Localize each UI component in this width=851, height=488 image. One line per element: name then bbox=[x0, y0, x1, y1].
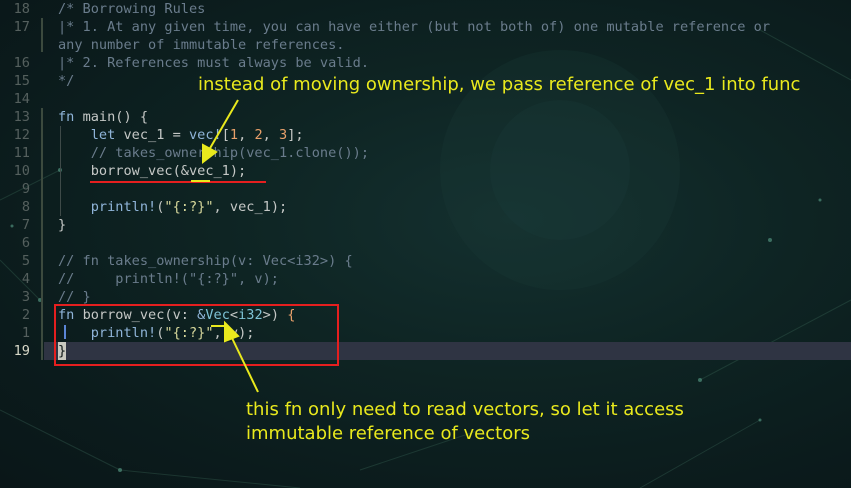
line-number: 11 bbox=[13, 145, 30, 161]
line-number: 10 bbox=[13, 163, 30, 179]
code-token: main() { bbox=[82, 109, 149, 125]
annotation-bottom-line2: immutable reference of vectors bbox=[246, 423, 531, 444]
code-line[interactable]: 11 // takes_ownership(vec_1.clone()); bbox=[0, 144, 851, 162]
annotation-bottom-line1: this fn only need to read vectors, so le… bbox=[246, 399, 684, 420]
code-token: borrow_vec(&vec_1); bbox=[58, 163, 247, 179]
code-token: let bbox=[90, 127, 124, 143]
line-number: 7 bbox=[21, 217, 30, 233]
line-number: 13 bbox=[13, 109, 30, 125]
code-token: // println!("{:?}", v); bbox=[58, 271, 279, 287]
code-text: /* Borrowing Rules bbox=[58, 0, 205, 18]
code-line[interactable]: 18 /* Borrowing Rules bbox=[0, 0, 851, 18]
code-text: } bbox=[58, 216, 66, 234]
line-number: 17 bbox=[13, 19, 30, 35]
code-token: fn bbox=[58, 109, 83, 125]
line-number: 16 bbox=[13, 55, 30, 71]
code-token: */ bbox=[58, 73, 75, 89]
code-text: borrow_vec(&vec_1); bbox=[58, 162, 247, 180]
code-token: vec! bbox=[188, 127, 222, 143]
code-token: "{:?}" bbox=[164, 199, 214, 215]
code-line[interactable]: 13 fn main() { bbox=[0, 108, 851, 126]
line-number: 14 bbox=[13, 91, 30, 107]
code-line[interactable]: 7} bbox=[0, 216, 851, 234]
code-token: , bbox=[262, 127, 280, 143]
line-number: 6 bbox=[21, 235, 30, 251]
code-token: } bbox=[58, 217, 67, 233]
line-number: 15 bbox=[13, 73, 30, 89]
line-number: 5 bbox=[21, 253, 30, 269]
code-line[interactable]: 16 |* 2. References must always be valid. bbox=[0, 54, 851, 72]
code-text: any number of immutable references. bbox=[58, 36, 344, 54]
code-token: // fn takes_ownership(v: Vec<i32>) { bbox=[58, 253, 353, 269]
code-line[interactable]: 4 // println!("{:?}", v); bbox=[0, 270, 851, 288]
code-text: |* 2. References must always be valid. bbox=[58, 54, 369, 72]
code-token: [ bbox=[221, 127, 230, 143]
code-token: // takes_ownership(vec_1.clone()); bbox=[90, 145, 370, 161]
code-text: */ bbox=[58, 72, 74, 90]
code-token: |* 2. References must always be valid. bbox=[58, 55, 369, 71]
code-token: 2 bbox=[254, 127, 263, 143]
code-line[interactable]: 5 // fn takes_ownership(v: Vec<i32>) { bbox=[0, 252, 851, 270]
code-line[interactable]: 12 let vec_1 = vec![1, 2, 3]; bbox=[0, 126, 851, 144]
line-number: 1 bbox=[21, 325, 30, 341]
line-number: 19 bbox=[13, 343, 30, 359]
yellow-underline-ampersand bbox=[211, 325, 228, 327]
code-token: vec_1 = bbox=[123, 127, 189, 143]
code-text: let vec_1 = vec![1, 2, 3]; bbox=[58, 126, 304, 144]
yellow-underline-ampersand bbox=[191, 180, 210, 182]
code-line[interactable]: any number of immutable references. bbox=[0, 36, 851, 54]
code-token: 3 bbox=[279, 127, 288, 143]
code-token: 1 bbox=[229, 127, 239, 143]
code-text: // fn takes_ownership(v: Vec<i32>) { bbox=[58, 252, 353, 270]
code-token: |* 1. At any given time, you can have ei… bbox=[58, 19, 771, 35]
code-token: , vec_1); bbox=[213, 199, 288, 215]
code-line[interactable]: 17 |* 1. At any given time, you can have … bbox=[0, 18, 851, 36]
code-text: // println!("{:?}", v); bbox=[58, 270, 279, 288]
code-token: any number of immutable references. bbox=[58, 37, 345, 53]
code-line[interactable]: 8 println!("{:?}", vec_1); bbox=[0, 198, 851, 216]
code-token: , bbox=[238, 127, 255, 143]
code-token: // } bbox=[58, 289, 91, 305]
line-number: 12 bbox=[13, 127, 30, 143]
annotation-top: instead of moving ownership, we pass ref… bbox=[198, 74, 801, 95]
red-highlight-box-borrow-fn bbox=[54, 304, 339, 366]
code-line[interactable]: 10 borrow_vec(&vec_1); bbox=[0, 162, 851, 180]
code-text: |* 1. At any given time, you can have ei… bbox=[58, 18, 770, 36]
code-text: println!("{:?}", vec_1); bbox=[58, 198, 287, 216]
line-number: 2 bbox=[21, 307, 30, 323]
code-token: /* Borrowing Rules bbox=[58, 1, 206, 17]
line-number: 18 bbox=[13, 1, 30, 17]
line-number: 8 bbox=[21, 199, 30, 215]
code-token: ]; bbox=[287, 127, 304, 143]
code-text: // takes_ownership(vec_1.clone()); bbox=[58, 144, 369, 162]
line-number: 3 bbox=[21, 289, 30, 305]
line-number: 9 bbox=[21, 181, 30, 197]
code-text: fn main() { bbox=[58, 108, 148, 126]
line-number: 4 bbox=[21, 271, 30, 287]
red-underline-borrow-call bbox=[90, 181, 266, 183]
code-token: println! bbox=[90, 199, 157, 215]
code-line[interactable]: 6 bbox=[0, 234, 851, 252]
